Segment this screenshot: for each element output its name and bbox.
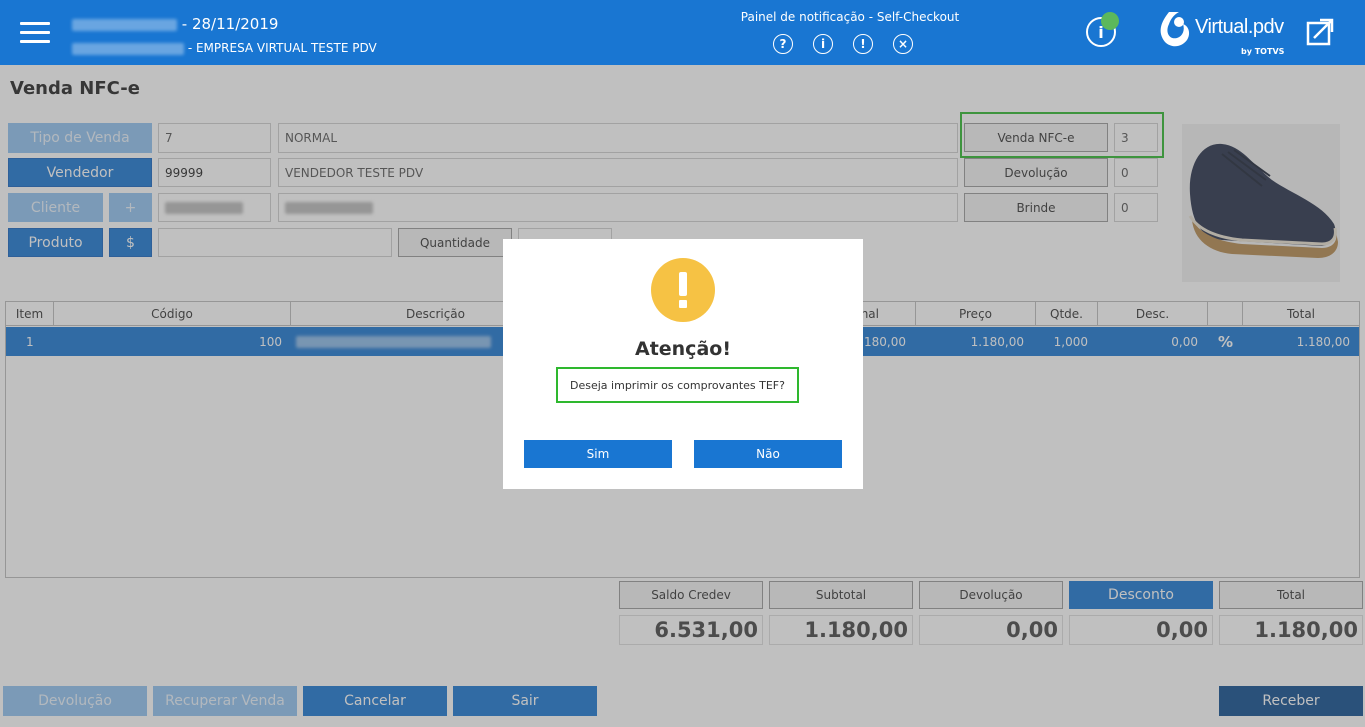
yes-button[interactable]: Sim <box>524 440 672 468</box>
warning-icon <box>651 258 715 322</box>
confirm-dialog: Atenção! Deseja imprimir os comprovantes… <box>503 239 863 489</box>
help-icon[interactable]: ? <box>773 34 793 54</box>
close-circle-icon[interactable]: × <box>893 34 913 54</box>
logo-mark-icon <box>1160 12 1190 47</box>
exit-window-icon[interactable] <box>1305 17 1335 47</box>
virtualpdv-logo: Virtual.pdv by TOTVS <box>1155 8 1295 60</box>
operator-date: - 28/11/2019 <box>72 15 278 33</box>
redacted-cnpj <box>72 42 184 55</box>
company-line: - EMPRESA VIRTUAL TESTE PDV <box>72 41 377 55</box>
session-date: - 28/11/2019 <box>181 15 279 33</box>
logo-text: Virtual.pdv <box>1195 16 1284 38</box>
online-status-dot <box>1101 12 1119 30</box>
alert-icon[interactable]: ! <box>853 34 873 54</box>
redacted-operator <box>72 18 177 31</box>
menu-icon[interactable] <box>20 22 50 44</box>
dialog-message: Deseja imprimir os comprovantes TEF? <box>556 367 799 403</box>
company-name: - EMPRESA VIRTUAL TESTE PDV <box>187 41 377 55</box>
dialog-title: Atenção! <box>634 338 731 360</box>
no-button[interactable]: Não <box>694 440 842 468</box>
app-header: - 28/11/2019 - EMPRESA VIRTUAL TESTE PDV… <box>0 0 1365 65</box>
info-icon[interactable]: i <box>813 34 833 54</box>
logo-subtext: by TOTVS <box>1241 47 1285 56</box>
notification-icons: ? i ! × <box>773 34 913 54</box>
notification-panel-title: Painel de notificação - Self-Checkout <box>740 10 960 24</box>
